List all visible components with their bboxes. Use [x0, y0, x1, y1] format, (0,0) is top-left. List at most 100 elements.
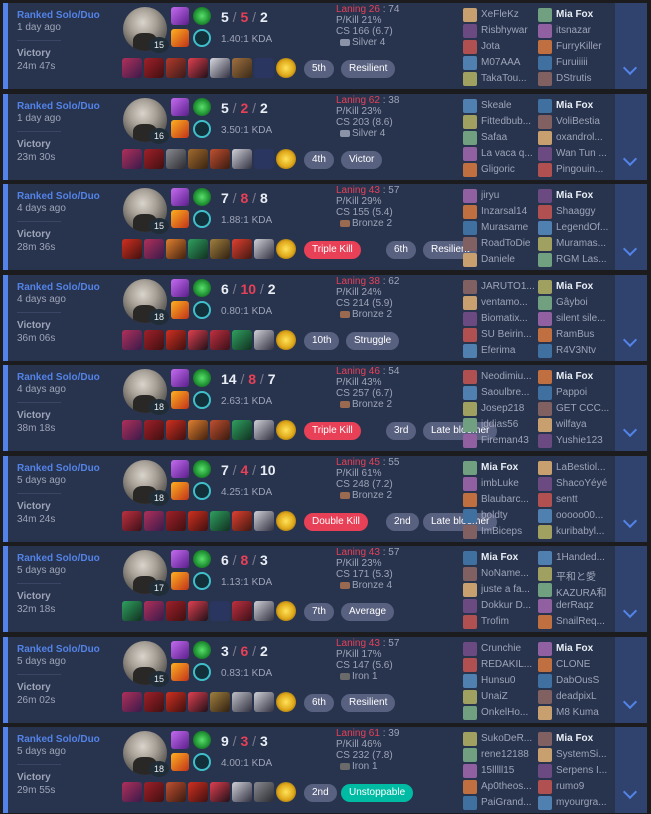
- player-row[interactable]: sentt: [538, 492, 612, 508]
- expand-button[interactable]: [615, 93, 647, 180]
- player-name[interactable]: Ap0theos...: [481, 781, 535, 792]
- player-name[interactable]: VoliBestia: [556, 116, 610, 127]
- player-name[interactable]: Neodimiu...: [481, 371, 535, 382]
- player-row[interactable]: Muramas...: [538, 236, 612, 252]
- player-row[interactable]: Fittedbub...: [463, 114, 537, 130]
- item-icon[interactable]: [188, 58, 208, 78]
- player-row[interactable]: Risbhywar: [463, 23, 537, 39]
- player-name[interactable]: SukoDeR...: [481, 733, 535, 744]
- item-icon[interactable]: [122, 420, 142, 440]
- rune-icon[interactable]: [193, 481, 211, 500]
- player-row[interactable]: Mia Fox: [538, 279, 612, 295]
- player-row[interactable]: Skeale: [463, 98, 537, 114]
- player-row[interactable]: Blaubarc...: [463, 492, 537, 508]
- item-icon[interactable]: [232, 58, 252, 78]
- summoner-spell-icon[interactable]: [171, 97, 189, 116]
- player-row[interactable]: VoliBestia: [538, 114, 612, 130]
- player-name[interactable]: Eferima: [481, 345, 535, 356]
- player-name[interactable]: UnaiZ: [481, 691, 535, 702]
- player-row[interactable]: Dokkur D...: [463, 598, 537, 614]
- player-row[interactable]: RGM Las...: [538, 252, 612, 268]
- item-icon[interactable]: [188, 691, 208, 712]
- ward-icon[interactable]: [276, 239, 296, 259]
- player-row[interactable]: Biomatix...: [463, 311, 537, 327]
- player-row[interactable]: Mia Fox: [538, 7, 612, 23]
- player-name[interactable]: JARUTO1...: [481, 281, 535, 292]
- player-row[interactable]: KAZURA和: [538, 582, 612, 599]
- item-icon[interactable]: [166, 691, 186, 712]
- item-icon[interactable]: [144, 510, 164, 531]
- player-row[interactable]: Neodimiu...: [463, 369, 537, 385]
- item-icon[interactable]: [232, 239, 252, 259]
- player-row[interactable]: Murasame: [463, 220, 537, 236]
- player-row[interactable]: Mia Fox: [463, 550, 537, 566]
- player-row[interactable]: SystemSi...: [538, 747, 612, 763]
- player-name[interactable]: Safaa: [481, 132, 535, 143]
- player-name[interactable]: La vaca q...: [481, 148, 535, 159]
- player-row[interactable]: 平和と愛: [538, 566, 612, 583]
- player-name[interactable]: M07AAA: [481, 57, 535, 68]
- player-name[interactable]: PaiGrand...: [481, 797, 535, 808]
- player-name[interactable]: Serpens I...: [556, 765, 610, 776]
- player-row[interactable]: DStrutis: [538, 71, 612, 87]
- ward-icon[interactable]: [276, 510, 296, 531]
- item-icon[interactable]: [122, 239, 142, 259]
- summoner-spell-icon[interactable]: [171, 29, 189, 47]
- rune-icon[interactable]: [193, 459, 211, 478]
- item-icon[interactable]: [122, 782, 142, 802]
- player-row[interactable]: Josep218: [463, 401, 537, 417]
- player-name[interactable]: imbLuke: [481, 478, 535, 489]
- expand-button[interactable]: [615, 455, 647, 542]
- player-row[interactable]: imbLuke: [463, 476, 537, 492]
- rune-icon[interactable]: [193, 550, 211, 568]
- player-row[interactable]: SukoDeR...: [463, 731, 537, 747]
- rune-icon[interactable]: [193, 391, 211, 409]
- player-row[interactable]: GET CCC...: [538, 401, 612, 417]
- player-row[interactable]: R4V3Ntv: [538, 343, 612, 359]
- summoner-spell-icon[interactable]: [171, 572, 189, 590]
- item-icon[interactable]: [144, 782, 164, 802]
- player-row[interactable]: derRaqz: [538, 598, 612, 614]
- player-row[interactable]: DabOusS: [538, 673, 612, 689]
- rune-icon[interactable]: [193, 731, 211, 749]
- item-icon[interactable]: [166, 329, 186, 350]
- player-name[interactable]: Muramas...: [556, 238, 610, 249]
- player-name[interactable]: Fittedbub...: [481, 116, 535, 127]
- player-name[interactable]: Blaubarc...: [481, 494, 535, 505]
- expand-button[interactable]: [615, 365, 647, 451]
- expand-button[interactable]: [615, 636, 647, 723]
- expand-button[interactable]: [615, 184, 647, 270]
- ward-icon[interactable]: [276, 58, 296, 78]
- player-name[interactable]: juste a fa...: [481, 584, 535, 595]
- player-name[interactable]: SnailReq...: [556, 616, 610, 627]
- player-name[interactable]: wilfaya: [556, 419, 610, 430]
- match-card[interactable]: Ranked Solo/Duo 5 days ago Victory 32m 18s 1…: [3, 546, 647, 632]
- player-name[interactable]: Trofim: [481, 616, 535, 627]
- item-icon[interactable]: [144, 148, 164, 169]
- player-row[interactable]: Gligoric: [463, 162, 537, 178]
- summoner-spell-icon[interactable]: [171, 369, 189, 387]
- player-name[interactable]: Yushie123: [556, 435, 610, 446]
- player-name[interactable]: RamBus: [556, 329, 610, 340]
- item-icon[interactable]: [188, 601, 208, 621]
- player-row[interactable]: myourgra...: [538, 795, 612, 811]
- player-name[interactable]: ventamo...: [481, 297, 535, 308]
- player-row[interactable]: Mia Fox: [538, 731, 612, 747]
- player-row[interactable]: Furuiiiii: [538, 55, 612, 71]
- summoner-spell-icon[interactable]: [171, 300, 189, 319]
- player-row[interactable]: 15lllll15: [463, 763, 537, 779]
- match-card[interactable]: Ranked Solo/Duo 5 days ago Victory 34m 24s 1…: [3, 455, 647, 542]
- player-row[interactable]: Daniele: [463, 252, 537, 268]
- item-icon[interactable]: [166, 148, 186, 169]
- player-row[interactable]: M8 Kuma: [538, 705, 612, 721]
- summoner-spell-icon[interactable]: [171, 753, 189, 771]
- player-name[interactable]: LaBestiol...: [556, 462, 610, 473]
- player-row[interactable]: CLONE: [538, 657, 612, 673]
- player-row[interactable]: boldty: [463, 508, 537, 524]
- ward-icon[interactable]: [276, 148, 296, 169]
- item-icon[interactable]: [166, 239, 186, 259]
- player-name[interactable]: REDAKIL...: [481, 659, 535, 670]
- player-name[interactable]: TakaTou...: [481, 73, 535, 84]
- player-name[interactable]: 15lllll15: [481, 765, 535, 776]
- rune-icon[interactable]: [193, 188, 211, 206]
